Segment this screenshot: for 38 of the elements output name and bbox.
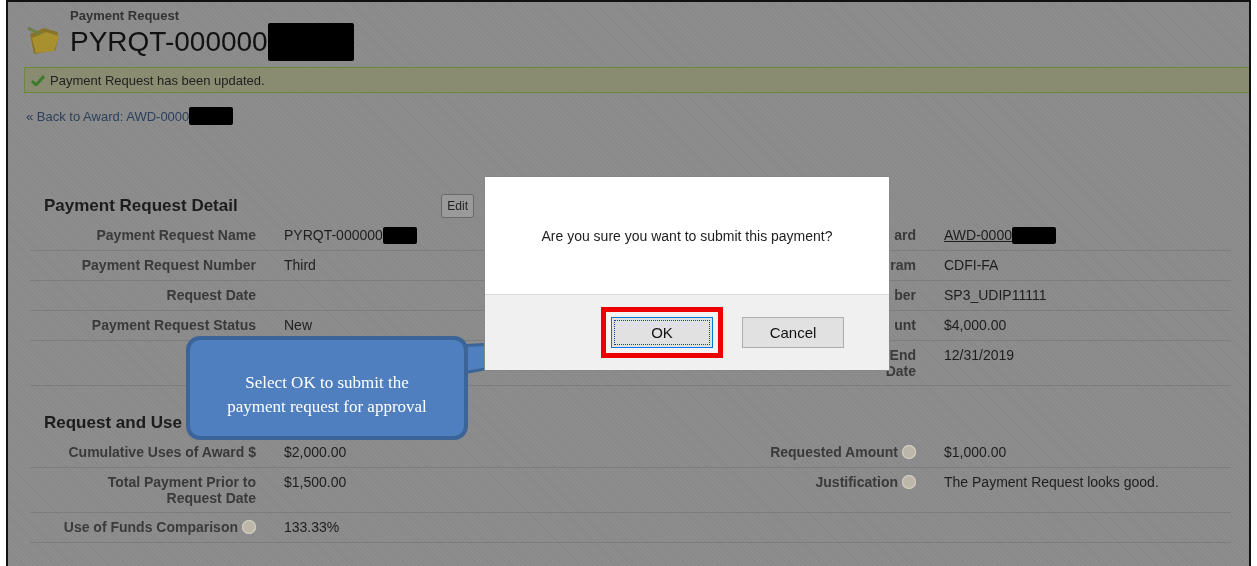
section-title: Request and Use	[44, 413, 182, 433]
award-link[interactable]: AWD-0000	[944, 227, 1012, 243]
field-label: Payment Request Status	[91, 317, 256, 334]
field-label: ard	[894, 227, 916, 244]
record-title: PYRQT-000000	[70, 26, 268, 58]
field-value: 133.33%	[284, 519, 340, 535]
field-label: Use of Funds Comparison	[63, 519, 238, 536]
field-label: Total Payment Prior to Request Date	[106, 474, 256, 506]
checkmark-icon	[31, 74, 45, 86]
field-value: SP3_UDIP11111	[944, 287, 1047, 303]
object-type-label: Payment Request	[70, 8, 181, 23]
cancel-button[interactable]: Cancel	[742, 317, 844, 348]
field-label: Cumulative Uses of Award $	[68, 444, 256, 461]
field-value: 12/31/2019	[944, 347, 1015, 363]
field-value: The Payment Request looks good.	[944, 474, 1159, 490]
dialog-message: Are you sure you want to submit this payment?	[541, 227, 833, 244]
field-label: Payment Request Name	[96, 227, 256, 244]
success-message: Payment Request has been updated.	[50, 72, 265, 88]
field-label: Request Date	[166, 287, 256, 304]
field-value: CDFI-FA	[944, 257, 999, 273]
field-label: Requested Amount	[770, 444, 898, 461]
field-value: New	[284, 317, 312, 333]
field-value: $1,000.00	[944, 444, 1007, 460]
callout-bubble: Select OK to submit the payment request for approval	[186, 336, 468, 440]
field-label: Payment Request Number	[81, 257, 256, 274]
ok-button[interactable]: OK	[611, 317, 713, 348]
field-value: Third	[284, 257, 316, 273]
field-value: $1,500.00	[284, 474, 347, 490]
field-label: ber	[894, 287, 916, 304]
field-value: $4,000.00	[944, 317, 1007, 333]
field-value: PYRQT-000000	[284, 227, 383, 243]
field-label: ram	[890, 257, 916, 274]
field-label: Justification	[815, 474, 898, 492]
field-label: unt	[894, 317, 916, 334]
field-value: $2,000.00	[284, 444, 347, 460]
edit-button[interactable]: Edit	[441, 194, 474, 218]
section-title: Payment Request Detail	[44, 196, 238, 216]
back-link[interactable]: « Back to Award: AWD-0000	[26, 108, 190, 124]
